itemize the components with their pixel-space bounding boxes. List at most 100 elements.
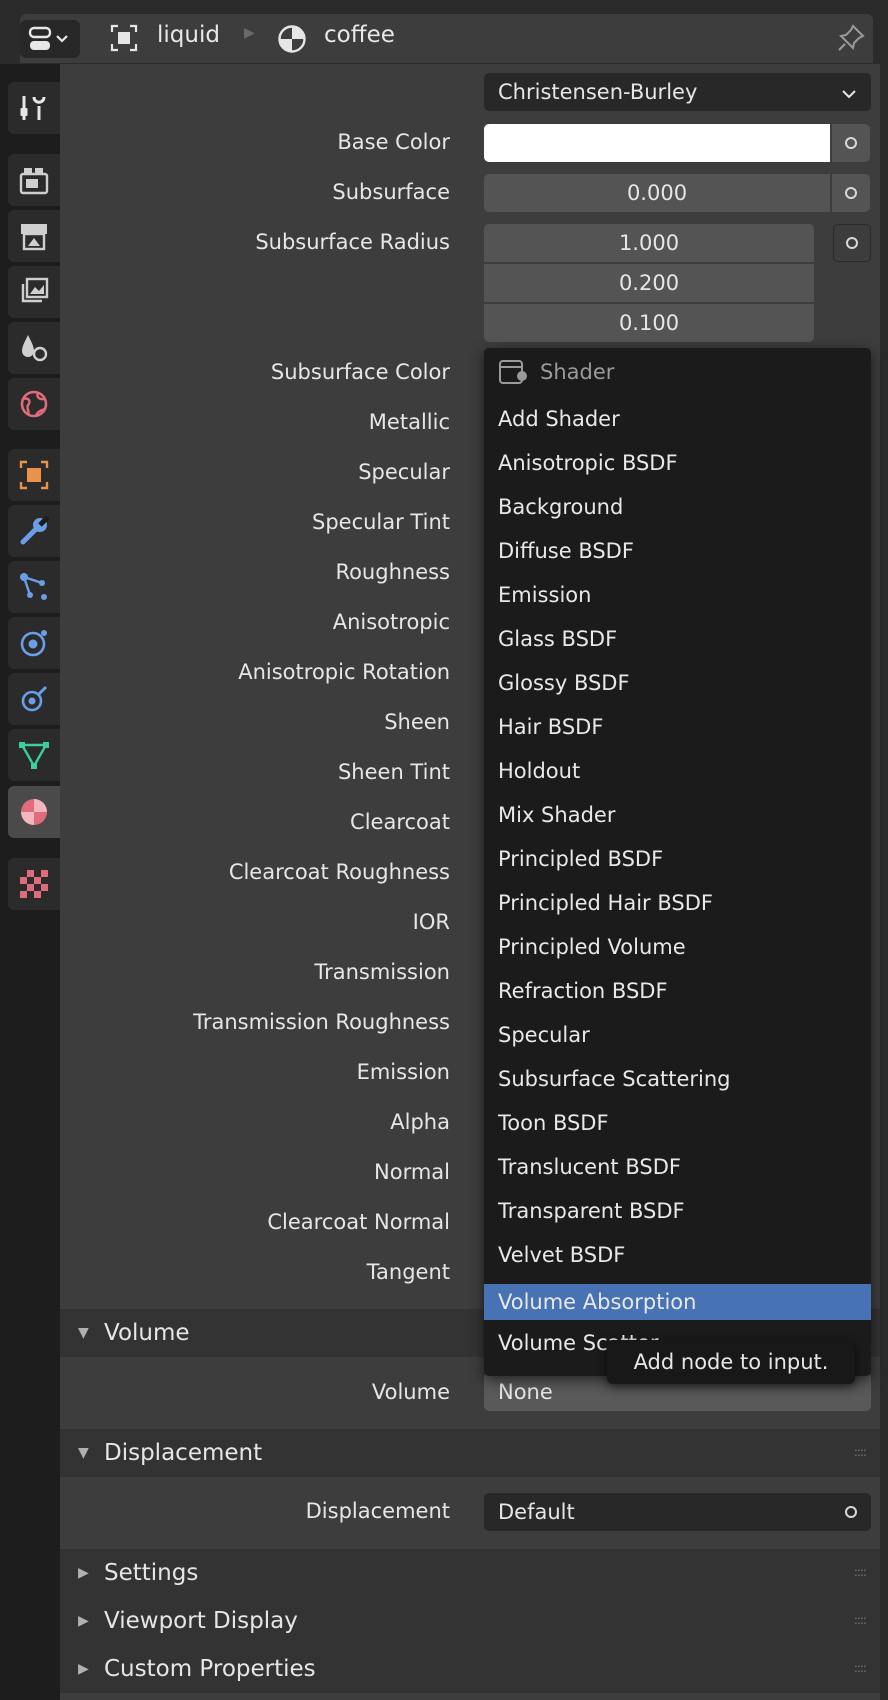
menu-item-refraction-bsdf[interactable]: Refraction BSDF: [484, 972, 871, 1010]
shader-dropdown-menu: Shader Add Shader Anisotropic BSDF Backg…: [484, 348, 871, 1376]
tab-modifier[interactable]: [8, 505, 60, 557]
chevron-down-icon: [841, 80, 857, 104]
physics-icon: [20, 630, 47, 657]
wrench-icon: [20, 515, 50, 545]
displacement-label: Displacement: [305, 1499, 450, 1523]
menu-item-volume-absorption[interactable]: Volume Absorption: [484, 1284, 871, 1320]
menu-item-anisotropic-bsdf[interactable]: Anisotropic BSDF: [484, 444, 871, 482]
transmission-label: Transmission: [314, 960, 450, 984]
tab-render[interactable]: [8, 154, 60, 206]
viewport-display-panel-title: Viewport Display: [104, 1608, 298, 1634]
anisotropic-label: Anisotropic: [332, 610, 450, 634]
tangent-label: Tangent: [366, 1260, 450, 1284]
menu-item-toon-bsdf[interactable]: Toon BSDF: [484, 1104, 871, 1142]
menu-item-principled-bsdf[interactable]: Principled BSDF: [484, 840, 871, 878]
object-icon: [19, 460, 49, 490]
displacement-input-field[interactable]: Default: [484, 1493, 871, 1531]
menu-title: Shader: [484, 348, 871, 396]
expanded-triangle-icon: ▼: [78, 1325, 89, 1341]
subsurface-field[interactable]: 0.000: [484, 174, 830, 212]
sheen-label: Sheen: [384, 710, 450, 734]
custom-properties-panel-title: Custom Properties: [104, 1656, 316, 1682]
tab-constraints[interactable]: [8, 673, 60, 725]
collapsed-triangle-icon: ▶: [78, 1565, 89, 1581]
anisotropic-rotation-label: Anisotropic Rotation: [238, 660, 450, 684]
shader-node-icon: [499, 360, 527, 384]
subsurface-label: Subsurface: [332, 180, 450, 204]
base-color-socket-button[interactable]: [832, 124, 870, 162]
custom-properties-panel-header[interactable]: ▶ Custom Properties ::::: [60, 1645, 880, 1693]
clearcoat-roughness-label: Clearcoat Roughness: [228, 860, 450, 884]
object-icon: [110, 24, 138, 58]
socket-icon: [845, 1506, 857, 1518]
menu-item-velvet-bsdf[interactable]: Velvet BSDF: [484, 1236, 871, 1274]
subsurface-radius-z[interactable]: 0.100: [484, 304, 814, 342]
specular-tint-label: Specular Tint: [311, 510, 450, 534]
base-color-swatch[interactable]: [484, 124, 830, 162]
tab-data[interactable]: [8, 729, 60, 781]
material-icon: [21, 799, 47, 825]
subsurface-method-value: Christensen-Burley: [498, 80, 698, 104]
menu-item-principled-hair-bsdf[interactable]: Principled Hair BSDF: [484, 884, 871, 922]
data-icon: [19, 742, 49, 769]
drag-grip-icon[interactable]: ::::: [854, 1445, 867, 1459]
tool-icon: [20, 96, 46, 120]
subsurface-color-label: Subsurface Color: [270, 360, 450, 384]
normal-label: Normal: [374, 1160, 450, 1184]
viewport-display-panel-header[interactable]: ▶ Viewport Display ::::: [60, 1597, 880, 1645]
output-icon: [21, 224, 47, 251]
menu-item-glossy-bsdf[interactable]: Glossy BSDF: [484, 664, 871, 702]
tab-output[interactable]: [8, 210, 60, 262]
menu-item-specular[interactable]: Specular: [484, 1016, 871, 1054]
settings-panel-header[interactable]: ▶ Settings ::::: [60, 1549, 880, 1597]
subsurface-radius-x[interactable]: 1.000: [484, 224, 814, 262]
properties-header: [20, 14, 873, 63]
tab-tool[interactable]: [8, 82, 60, 134]
tab-scene[interactable]: [8, 322, 60, 374]
menu-item-mix-shader[interactable]: Mix Shader: [484, 796, 871, 834]
menu-item-diffuse-bsdf[interactable]: Diffuse BSDF: [484, 532, 871, 570]
subsurface-radius-label: Subsurface Radius: [255, 230, 450, 254]
scene-icon: [22, 335, 48, 362]
clearcoat-label: Clearcoat: [350, 810, 450, 834]
subsurface-method-dropdown[interactable]: Christensen-Burley: [484, 73, 871, 111]
drag-grip-icon[interactable]: ::::: [854, 1565, 867, 1579]
subsurface-radius-socket-button[interactable]: [833, 224, 871, 262]
expanded-triangle-icon: ▼: [78, 1445, 89, 1461]
drag-grip-icon[interactable]: ::::: [854, 1613, 867, 1627]
specular-label: Specular: [358, 460, 450, 484]
editor-type-button[interactable]: [20, 20, 80, 58]
metallic-label: Metallic: [368, 410, 450, 434]
menu-item-principled-volume[interactable]: Principled Volume: [484, 928, 871, 966]
drag-grip-icon[interactable]: ::::: [854, 1661, 867, 1675]
menu-item-subsurface-scattering[interactable]: Subsurface Scattering: [484, 1060, 871, 1098]
menu-item-background[interactable]: Background: [484, 488, 871, 526]
menu-item-holdout[interactable]: Holdout: [484, 752, 871, 790]
breadcrumb-object: liquid: [157, 22, 220, 48]
tab-particles[interactable]: [8, 561, 60, 613]
displacement-panel-header[interactable]: ▼ Displacement ::::: [60, 1429, 880, 1477]
menu-item-add-shader[interactable]: Add Shader: [484, 400, 871, 438]
subsurface-socket-button[interactable]: [832, 174, 870, 212]
ior-label: IOR: [412, 910, 450, 934]
menu-item-emission[interactable]: Emission: [484, 576, 871, 614]
alpha-label: Alpha: [390, 1110, 450, 1134]
subsurface-radius-y[interactable]: 0.200: [484, 264, 814, 302]
tab-material[interactable]: [8, 786, 60, 838]
clearcoat-normal-label: Clearcoat Normal: [267, 1210, 450, 1234]
pin-icon[interactable]: [836, 23, 866, 59]
menu-item-transparent-bsdf[interactable]: Transparent BSDF: [484, 1192, 871, 1230]
emission-label: Emission: [356, 1060, 450, 1084]
menu-title-label: Shader: [540, 360, 615, 384]
tab-texture[interactable]: [8, 858, 60, 910]
menu-item-glass-bsdf[interactable]: Glass BSDF: [484, 620, 871, 658]
tab-world[interactable]: [8, 378, 60, 430]
menu-item-translucent-bsdf[interactable]: Translucent BSDF: [484, 1148, 871, 1186]
socket-icon: [845, 137, 857, 149]
menu-item-hair-bsdf[interactable]: Hair BSDF: [484, 708, 871, 746]
tab-physics[interactable]: [8, 617, 60, 669]
collapsed-triangle-icon: ▶: [78, 1613, 89, 1629]
tab-object[interactable]: [8, 449, 60, 501]
render-icon: [19, 168, 49, 195]
tab-view-layer[interactable]: [8, 266, 60, 318]
